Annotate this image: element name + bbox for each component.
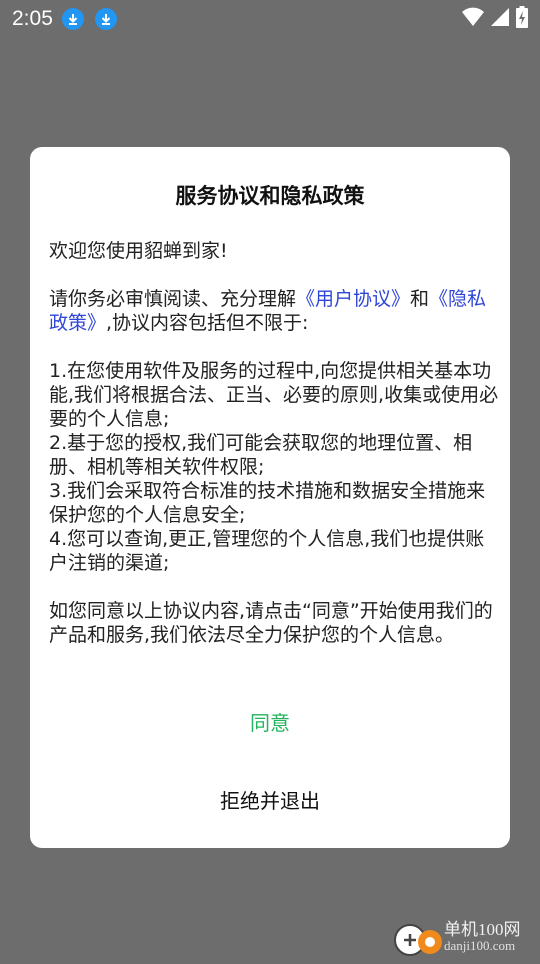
wifi-icon: [462, 7, 484, 32]
status-bar: 2:05: [0, 0, 540, 36]
dialog-content: 欢迎您使用貂蝉到家! 请你务必审慎阅读、充分理解《用户协议》和《隐私政策》,协议…: [49, 239, 499, 647]
list-item: 3.我们会采取符合标准的技术措施和数据安全措施来保护您的个人信息安全;: [49, 480, 486, 526]
list-item: 2.基于您的授权,我们可能会获取您的地理位置、相册、相机等相关软件权限;: [49, 432, 473, 478]
closing-text: 如您同意以上协议内容,请点击“同意”开始使用我们的产品和服务,我们依法尽全力保护…: [49, 600, 493, 646]
watermark-main: 单机100网: [444, 920, 521, 939]
download-icon: [95, 8, 117, 30]
user-agreement-link[interactable]: 《用户协议》: [296, 288, 410, 310]
welcome-text: 欢迎您使用貂蝉到家!: [49, 240, 228, 262]
watermark: 单机100网 danji100.com: [390, 916, 540, 960]
list-item: 4.您可以查询,更正,管理您的个人信息,我们也提供账户注销的渠道;: [49, 528, 485, 574]
reject-exit-button[interactable]: 拒绝并退出: [30, 785, 510, 814]
list-item: 1.在您使用软件及服务的过程中,向您提供相关基本功能,我们将根据合法、正当、必要…: [49, 360, 499, 430]
battery-charging-icon: [516, 6, 528, 33]
watermark-logo-icon: [390, 916, 444, 960]
watermark-sub: danji100.com: [444, 938, 516, 953]
intro-text: 请你务必审慎阅读、充分理解《用户协议》和《隐私政策》,协议内容包括但不限于:: [49, 288, 487, 334]
status-time: 2:05: [12, 7, 53, 30]
agree-button[interactable]: 同意: [30, 707, 510, 736]
privacy-dialog: 服务协议和隐私政策 欢迎您使用貂蝉到家! 请你务必审慎阅读、充分理解《用户协议》…: [30, 147, 510, 848]
download-icon: [62, 8, 84, 30]
signal-icon: [490, 7, 510, 32]
dialog-title: 服务协议和隐私政策: [175, 184, 365, 208]
